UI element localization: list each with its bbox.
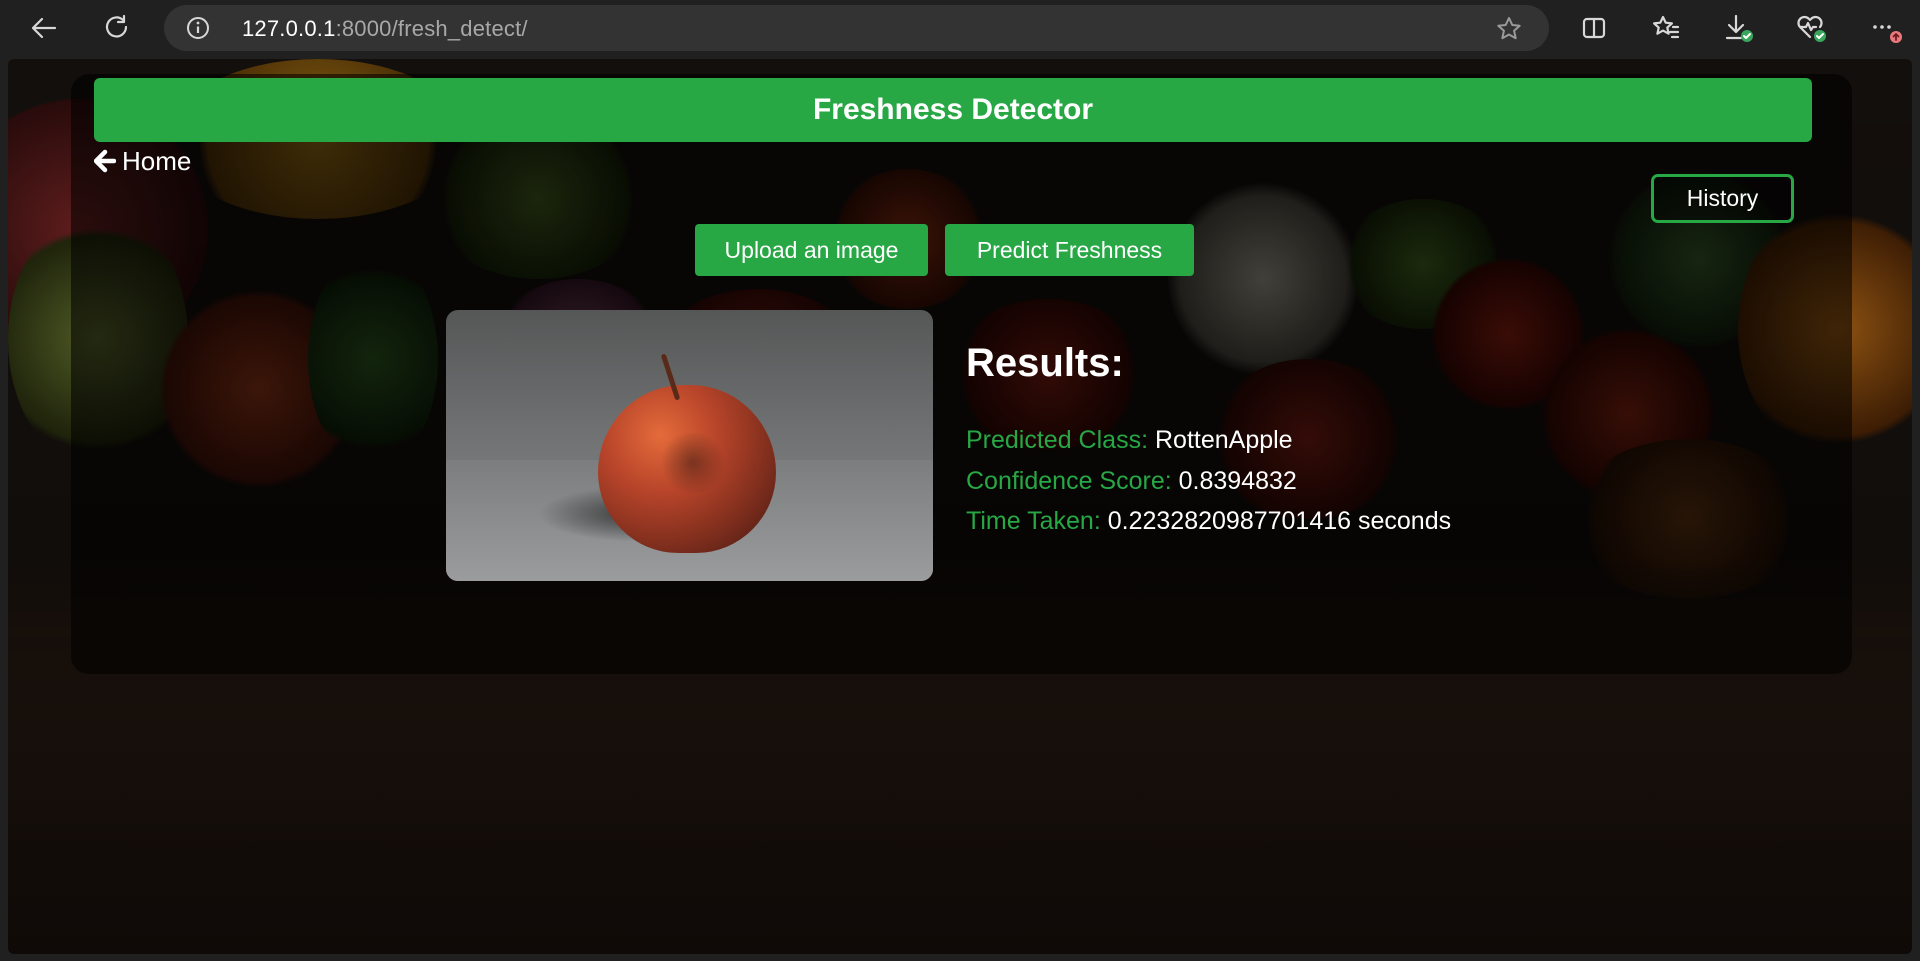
browser-toolbar: 127.0.0.1:8000/fresh_detect/ xyxy=(0,0,1920,57)
downloads-icon[interactable] xyxy=(1718,8,1758,48)
upload-image-button[interactable]: Upload an image xyxy=(695,224,928,276)
content-panel xyxy=(71,74,1852,674)
result-value: RottenApple xyxy=(1154,426,1293,454)
page-title: Freshness Detector xyxy=(812,93,1094,126)
favorite-star-icon[interactable] xyxy=(1495,15,1523,43)
home-link[interactable]: Home xyxy=(94,143,191,179)
result-predicted-class: Predicted Class: RottenApple xyxy=(966,426,1293,455)
result-confidence-score: Confidence Score: 0.8394832 xyxy=(966,467,1297,496)
favorites-icon[interactable] xyxy=(1646,8,1686,48)
result-label: Predicted Class: xyxy=(966,426,1149,454)
result-label: Confidence Score: xyxy=(966,467,1172,495)
history-button[interactable]: History xyxy=(1651,174,1794,223)
url-host: 127.0.0.1 xyxy=(242,16,336,41)
home-link-label: Home xyxy=(122,145,192,176)
url-path: :8000/fresh_detect/ xyxy=(335,16,528,41)
result-value: 0.8394832 xyxy=(1178,467,1297,495)
result-label: Time Taken: xyxy=(966,507,1101,535)
page-header-bar: Freshness Detector xyxy=(94,78,1812,142)
results-heading: Results: xyxy=(966,341,1124,385)
page-viewport xyxy=(8,59,1912,954)
url-text[interactable]: 127.0.0.1:8000/fresh_detect/ xyxy=(242,16,528,42)
more-menu-icon[interactable] xyxy=(1866,8,1906,48)
uploaded-image-preview xyxy=(446,310,933,581)
arrow-left-icon xyxy=(94,149,116,173)
reload-icon[interactable] xyxy=(97,8,137,48)
split-screen-icon[interactable] xyxy=(1574,8,1614,48)
browser-essentials-icon[interactable] xyxy=(1791,8,1831,48)
result-time-taken: Time Taken: 0.2232820987701416 seconds xyxy=(966,507,1451,536)
address-bar[interactable]: 127.0.0.1:8000/fresh_detect/ xyxy=(164,5,1549,51)
predict-freshness-button[interactable]: Predict Freshness xyxy=(945,224,1194,276)
result-value: 0.2232820987701416 seconds xyxy=(1107,507,1452,535)
back-arrow-icon[interactable] xyxy=(24,8,64,48)
rotten-apple-image xyxy=(598,385,776,553)
info-icon[interactable] xyxy=(186,16,210,40)
